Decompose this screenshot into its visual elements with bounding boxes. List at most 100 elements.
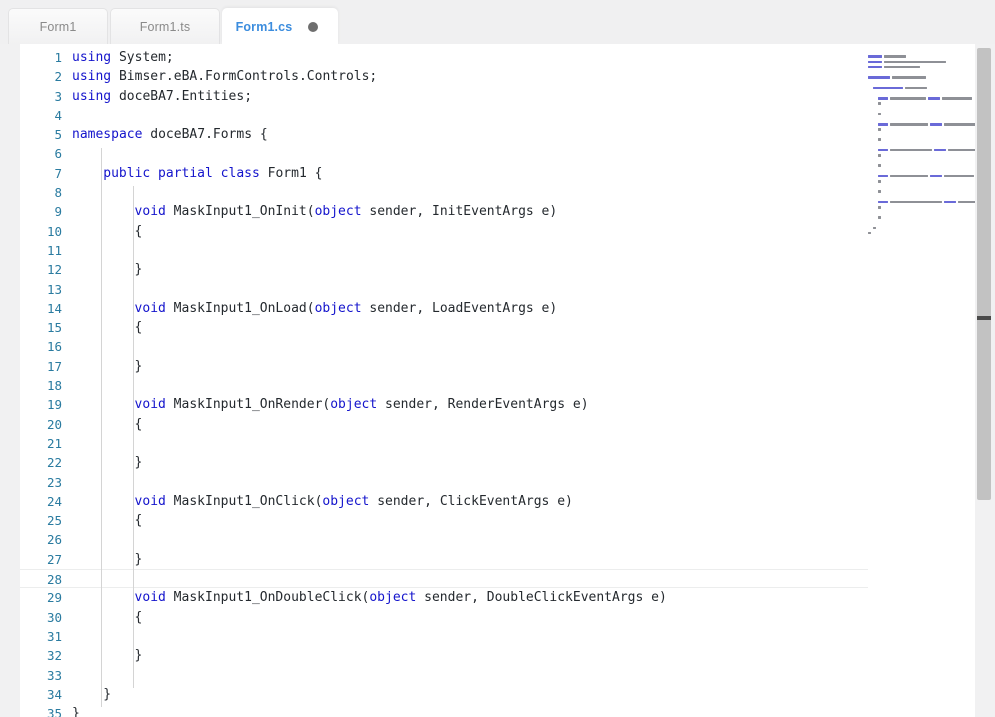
code-identifier: MaskInput1_OnInit( <box>166 204 315 219</box>
code-line[interactable]: 9void MaskInput1_OnInit(object sender, I… <box>20 202 880 221</box>
code-line[interactable]: 3using doceBA7.Entities; <box>20 87 880 106</box>
code-line[interactable]: 33 <box>20 666 880 685</box>
vertical-scrollbar-thumb[interactable] <box>977 48 991 500</box>
code-text: using doceBA7.Entities; <box>72 87 252 106</box>
code-keyword: void <box>135 590 166 605</box>
code-keyword: object <box>315 301 362 316</box>
code-line[interactable]: 11 <box>20 241 880 260</box>
code-content[interactable]: 1 using System;2using Bimser.eBA.FormCont… <box>20 48 880 717</box>
code-text: } <box>135 260 143 279</box>
code-line[interactable]: 13 <box>20 280 880 299</box>
code-line[interactable]: 34} <box>20 685 880 704</box>
code-line[interactable]: 31 <box>20 627 880 646</box>
code-text: { <box>135 318 143 337</box>
code-text: void MaskInput1_OnClick(object sender, C… <box>135 492 573 511</box>
tab-form1[interactable]: Form1 <box>8 8 108 44</box>
editor-left-gutter-pad <box>0 44 20 717</box>
code-identifier: } <box>135 455 143 470</box>
code-text: using System; <box>72 48 174 67</box>
code-line[interactable]: 16 <box>20 337 880 356</box>
code-identifier: doceBA7.Forms { <box>142 127 267 142</box>
code-line[interactable]: 7public partial class Form1 { <box>20 164 880 183</box>
code-line[interactable]: 17} <box>20 357 880 376</box>
code-line[interactable]: 29void MaskInput1_OnDoubleClick(object s… <box>20 588 880 607</box>
code-keyword: using <box>72 89 111 104</box>
tab-form1-cs[interactable]: Form1.cs <box>222 8 338 44</box>
code-keyword: object <box>322 494 369 509</box>
line-number: 12 <box>20 260 62 279</box>
code-line[interactable]: 27} <box>20 550 880 569</box>
code-line[interactable]: 23 <box>20 473 880 492</box>
code-line[interactable]: 1 using System; <box>20 48 880 67</box>
code-identifier: sender, LoadEventArgs e) <box>362 301 558 316</box>
code-text: void MaskInput1_OnRender(object sender, … <box>135 395 589 414</box>
line-number: 1 <box>20 48 62 67</box>
code-identifier: { <box>135 224 143 239</box>
code-line[interactable]: 22} <box>20 453 880 472</box>
code-line[interactable]: 35} <box>20 704 880 717</box>
code-identifier: Bimser.eBA.FormControls.Controls; <box>111 69 377 84</box>
code-line[interactable]: 32} <box>20 646 880 665</box>
minimap-line <box>868 224 975 229</box>
editor-shell: 1 using System;2using Bimser.eBA.FormCont… <box>0 44 995 717</box>
code-identifier: } <box>103 687 111 702</box>
code-line[interactable]: 5 namespace doceBA7.Forms { <box>20 125 880 144</box>
code-line[interactable]: 19 void MaskInput1_OnRender(object sender… <box>20 395 880 414</box>
line-number: 16 <box>20 337 62 356</box>
tab-form1-ts[interactable]: Form1.ts <box>110 8 220 44</box>
line-number: 32 <box>20 646 62 665</box>
line-number: 13 <box>20 280 62 299</box>
code-identifier: } <box>135 359 143 374</box>
line-number: 23 <box>20 473 62 492</box>
code-line[interactable]: 25 { <box>20 511 880 530</box>
line-number: 30 <box>20 608 62 627</box>
code-line[interactable]: 24 void MaskInput1_OnClick(object sender,… <box>20 492 880 511</box>
code-line[interactable]: 10{ <box>20 222 880 241</box>
code-identifier: { <box>135 610 143 625</box>
code-line[interactable]: 6 <box>20 144 880 163</box>
code-text: using Bimser.eBA.FormControls.Controls; <box>72 67 377 86</box>
code-identifier: { <box>135 417 143 432</box>
code-line[interactable]: 4 <box>20 106 880 125</box>
code-identifier: sender, DoubleClickEventArgs e) <box>416 590 666 605</box>
code-identifier: doceBA7.Entities; <box>111 89 252 104</box>
code-line[interactable]: 15{ <box>20 318 880 337</box>
code-keyword: using <box>72 69 111 84</box>
code-line[interactable]: 21 <box>20 434 880 453</box>
code-identifier: } <box>135 648 143 663</box>
code-text: } <box>135 646 143 665</box>
line-number: 25 <box>20 511 62 530</box>
indent-guide <box>133 186 134 688</box>
code-text: { <box>135 222 143 241</box>
code-keyword: public partial class <box>103 166 260 181</box>
code-line[interactable]: 26 <box>20 530 880 549</box>
code-keyword: namespace <box>72 127 142 142</box>
line-number: 4 <box>20 106 62 125</box>
unsaved-changes-dot-icon[interactable] <box>308 22 318 32</box>
code-text: } <box>135 453 143 472</box>
code-identifier: sender, ClickEventArgs e) <box>369 494 573 509</box>
code-line[interactable]: 2using Bimser.eBA.FormControls.Controls; <box>20 67 880 86</box>
code-identifier: MaskInput1_OnLoad( <box>166 301 315 316</box>
code-line[interactable]: 18 <box>20 376 880 395</box>
line-number: 5 <box>20 125 62 144</box>
code-identifier: } <box>135 262 143 277</box>
editor-minimap[interactable] <box>868 48 975 717</box>
code-keyword: void <box>135 204 166 219</box>
line-number: 14 <box>20 299 62 318</box>
line-number: 9 <box>20 202 62 221</box>
editor-surface[interactable]: 1 using System;2using Bimser.eBA.FormCont… <box>20 44 975 717</box>
code-text: } <box>72 704 80 717</box>
code-line[interactable]: 30 { <box>20 608 880 627</box>
code-text: { <box>135 511 143 530</box>
line-number: 24 <box>20 492 62 511</box>
code-identifier: sender, RenderEventArgs e) <box>377 397 588 412</box>
code-line[interactable]: 12} <box>20 260 880 279</box>
line-number: 19 <box>20 395 62 414</box>
code-line[interactable]: 8 <box>20 183 880 202</box>
code-line-current[interactable]: 28 <box>20 569 895 588</box>
code-identifier: MaskInput1_OnRender( <box>166 397 330 412</box>
code-line[interactable]: 14void MaskInput1_OnLoad(object sender, … <box>20 299 880 318</box>
code-identifier: sender, InitEventArgs e) <box>362 204 558 219</box>
code-line[interactable]: 20{ <box>20 415 880 434</box>
